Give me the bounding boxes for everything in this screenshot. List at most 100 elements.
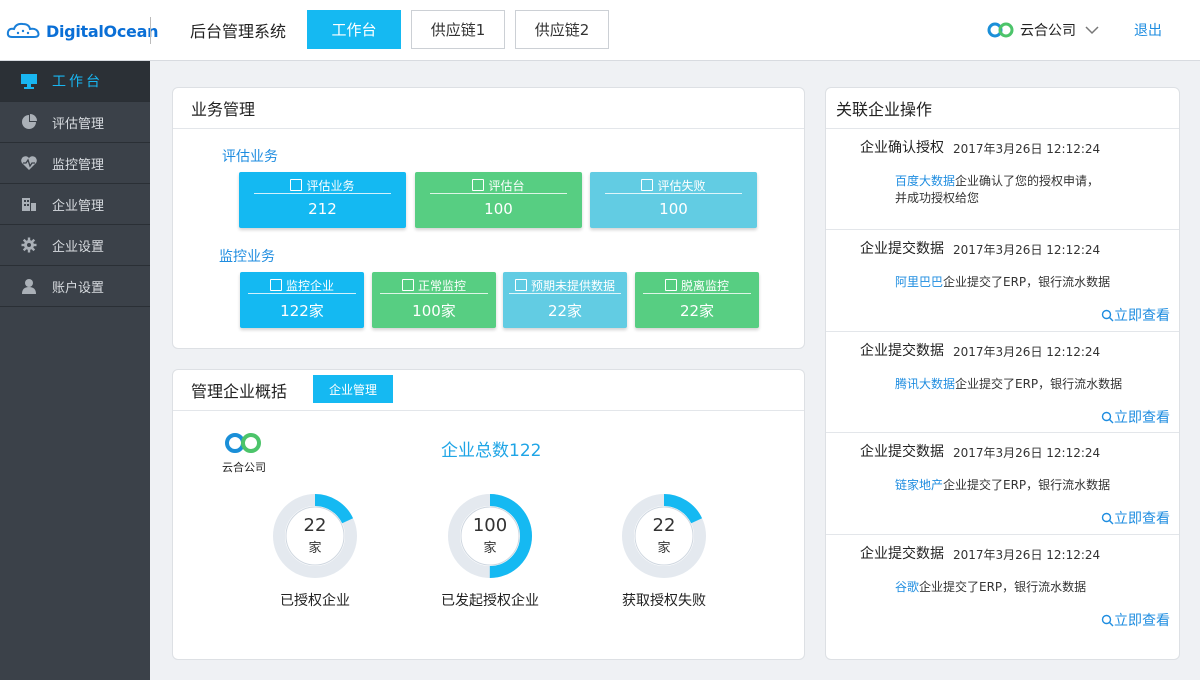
activity-title: 企业提交数据 [860, 444, 944, 460]
donut-number: 22 [652, 515, 676, 536]
activity-time: 2017年3月26日 12:12:24 [953, 548, 1101, 562]
sidebar-item-label: 工作台 [52, 74, 103, 90]
sidebar-item-workbench[interactable]: 工作台 [0, 61, 150, 102]
logo-divider [150, 17, 151, 44]
sidebar-item-enterprise[interactable]: 企业管理 [0, 184, 150, 225]
cloud-logo-icon [6, 22, 40, 38]
view-now-link[interactable]: 立即查看 [1101, 508, 1170, 528]
tile-label: 预期未提供数据 [530, 278, 615, 293]
tab-supply-chain-1[interactable]: 供应链1 [411, 10, 505, 49]
activity-message: 阿里巴巴企业提交了ERP，银行流水数据 [895, 275, 1111, 289]
card-title: 管理企业概括 [173, 370, 804, 411]
company-name: 云合公司 [1020, 23, 1076, 39]
chevron-down-icon [1085, 26, 1099, 35]
top-bar: DigitalOcean 后台管理系统 工作台 供应链1 供应链2 云合公司 退… [0, 0, 1200, 61]
donut-chart: 22 家 [621, 493, 707, 579]
company-link[interactable]: 链家地产 [895, 478, 943, 492]
logo-text: DigitalOcean [46, 21, 159, 41]
logout-link[interactable]: 退出 [1134, 20, 1162, 40]
company-logo-icon [987, 22, 1014, 38]
activity-message: 百度大数据企业确认了您的授权申请， 并成功授权给您 [895, 174, 1100, 205]
search-icon [1101, 614, 1114, 626]
eval-tile[interactable]: 评估失败 100 [590, 172, 757, 228]
tile-value: 100 [659, 200, 688, 218]
sidebar-item-evaluation[interactable]: 评估管理 [0, 102, 150, 143]
business-management-card: 业务管理 评估业务 评估业务 212 评估台 100 评估失败 100 监控业务… [172, 87, 805, 349]
sidebar-item-monitoring[interactable]: 监控管理 [0, 143, 150, 184]
tile-value: 122家 [280, 302, 324, 320]
activity-time: 2017年3月26日 12:12:24 [953, 345, 1101, 359]
tile-label: 评估失败 [657, 178, 706, 193]
activity-title: 企业提交数据 [860, 343, 944, 359]
donut-unit: 家 [308, 541, 322, 556]
activity-title: 企业提交数据 [860, 546, 944, 562]
activity-title: 企业确认授权 [860, 140, 944, 156]
system-title: 后台管理系统 [190, 22, 287, 41]
company-link[interactable]: 阿里巴巴 [895, 275, 943, 289]
activity-time: 2017年3月26日 12:12:24 [953, 446, 1101, 460]
activity-message: 链家地产企业提交了ERP，银行流水数据 [895, 478, 1111, 492]
tab-enterprise-management[interactable]: 企业管理 [313, 375, 393, 403]
monitor-tile[interactable]: 预期未提供数据 22家 [503, 272, 627, 328]
view-now-link[interactable]: 立即查看 [1101, 305, 1170, 325]
eval-section-label: 评估业务 [222, 149, 278, 165]
company-logo: 云合公司 [219, 432, 269, 475]
company-logo-caption: 云合公司 [222, 461, 266, 474]
company-switcher[interactable]: 云合公司 [986, 20, 1104, 40]
donut-chart: 22 家 [272, 493, 358, 579]
gear-icon [20, 236, 38, 254]
alert-icon [664, 279, 677, 291]
sidebar-item-label: 企业管理 [52, 198, 105, 214]
home-icon [269, 279, 282, 291]
monitor-tile[interactable]: 脱离监控 22家 [635, 272, 759, 328]
eval-tile[interactable]: 评估业务 212 [239, 172, 406, 228]
activity-message: 腾讯大数据企业提交了ERP，银行流水数据 [895, 377, 1123, 391]
donut-unit: 家 [657, 541, 671, 556]
sidebar-item-enterprise-settings[interactable]: 企业设置 [0, 225, 150, 266]
tile-value: 212 [308, 200, 337, 218]
activity-item: 企业提交数据 2017年3月26日 12:12:24 腾讯大数据企业提交了ERP… [826, 332, 1179, 433]
tile-label: 监控企业 [285, 278, 334, 293]
eval-tile[interactable]: 评估台 100 [415, 172, 582, 228]
company-logo-icon [225, 433, 261, 453]
tile-label: 脱离监控 [680, 278, 729, 293]
activity-item: 企业确认授权 2017年3月26日 12:12:24 百度大数据企业确认了您的授… [826, 129, 1179, 230]
tile-label: 正常监控 [417, 278, 466, 293]
trend-icon [401, 279, 414, 291]
donut-label: 已发起授权企业 [441, 593, 539, 609]
monitor-icon [20, 72, 38, 90]
view-now-link[interactable]: 立即查看 [1101, 610, 1170, 630]
enterprise-total: 企业总数122 [441, 441, 542, 461]
enterprise-overview-card: 管理企业概括 企业管理 云合公司 企业总数122 22 家 已授权企业 100 … [172, 369, 805, 660]
activity-item: 企业提交数据 2017年3月26日 12:12:24 谷歌企业提交了ERP，银行… [826, 535, 1179, 636]
donut-label: 已授权企业 [280, 593, 350, 609]
sidebar: 工作台 评估管理 监控管理 企业管理 企业设置 账户设置 [0, 61, 150, 680]
digitalocean-logo[interactable]: DigitalOcean [6, 18, 158, 44]
company-link[interactable]: 腾讯大数据 [895, 377, 955, 391]
heart-pulse-icon [20, 154, 38, 172]
donut-label: 获取授权失败 [622, 593, 706, 609]
building-icon [20, 195, 38, 213]
company-link[interactable]: 谷歌 [895, 580, 919, 594]
donut-number: 22 [303, 515, 327, 536]
search-icon [290, 179, 303, 191]
monitor-tile[interactable]: 监控企业 122家 [240, 272, 364, 328]
activity-time: 2017年3月26日 12:12:24 [953, 142, 1101, 156]
card-title: 关联企业操作 [826, 88, 1179, 129]
sidebar-item-label: 企业设置 [52, 239, 105, 255]
monitor-tile[interactable]: 正常监控 100家 [372, 272, 496, 328]
view-now-link[interactable]: 立即查看 [1101, 407, 1170, 427]
activity-item: 企业提交数据 2017年3月26日 12:12:24 阿里巴巴企业提交了ERP，… [826, 230, 1179, 332]
tab-workbench[interactable]: 工作台 [307, 10, 401, 49]
user-icon [20, 277, 38, 295]
sidebar-item-account-settings[interactable]: 账户设置 [0, 266, 150, 307]
activity-message: 谷歌企业提交了ERP，银行流水数据 [895, 580, 1087, 594]
tile-label: 评估业务 [306, 178, 355, 193]
activity-title: 企业提交数据 [860, 241, 944, 257]
company-link[interactable]: 百度大数据 [895, 174, 955, 188]
activity-item: 企业提交数据 2017年3月26日 12:12:24 链家地产企业提交了ERP，… [826, 433, 1179, 535]
activity-time: 2017年3月26日 12:12:24 [953, 243, 1101, 257]
tile-label: 评估台 [488, 178, 525, 193]
tab-supply-chain-2[interactable]: 供应链2 [515, 10, 609, 49]
search-icon [1101, 411, 1114, 423]
